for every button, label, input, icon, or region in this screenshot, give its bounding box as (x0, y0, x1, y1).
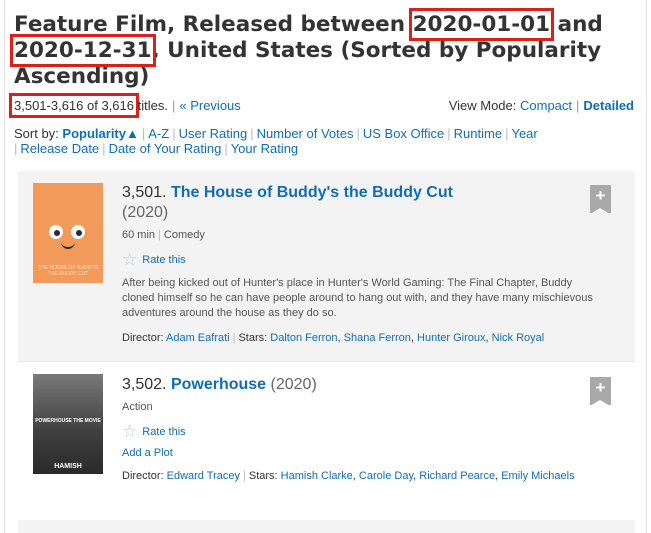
sort-number-of-votes[interactable]: Number of Votes (257, 126, 354, 141)
star-link[interactable]: Carole Day (359, 470, 413, 482)
rate-this-link[interactable]: Rate this (142, 254, 185, 266)
date-from: 2020-01-01 (408, 8, 555, 41)
sort-popularity[interactable]: Popularity▲ (62, 126, 138, 141)
movie-index: 3,502. (122, 376, 167, 393)
movie-index: 3,501. (122, 184, 167, 201)
separator: | (576, 98, 580, 113)
star-icon[interactable]: ☆ (122, 250, 137, 270)
star-link[interactable]: Emily Michaels (501, 470, 574, 482)
results-count: 3,501-3,616 of 3,616 (9, 93, 139, 118)
poster-caption: THE HOUSE OF BUDDYS THE BUDDY CUT (38, 265, 98, 277)
title-and: and (550, 12, 603, 37)
director-label: Director: (122, 470, 164, 482)
page-title: Feature Film, Released between 2020-01-0… (10, 8, 634, 90)
title-prefix: Feature Film, Released between (14, 12, 413, 37)
previous-page-link[interactable]: « Previous (179, 98, 240, 113)
add-to-watchlist-button[interactable]: + (590, 377, 611, 406)
movie-year: (2020) (122, 204, 169, 221)
movie-credits: Director: Edward Tracey | Stars: Hamish Cl… (122, 470, 575, 482)
rate-this-link[interactable]: Rate this (142, 426, 185, 438)
movie-genre: Comedy (163, 229, 205, 241)
add-to-watchlist-button[interactable]: + (590, 185, 611, 214)
movie-meta: Action (122, 401, 602, 413)
sort-arrow-up-icon: ▲ (126, 126, 139, 141)
movie-credits: Director: Adam Eafrati | Stars: Dalton Fer… (122, 332, 545, 344)
sort-us-box-office[interactable]: US Box Office (363, 126, 444, 141)
movie-year: (2020) (270, 376, 317, 393)
movie-poster[interactable]: THE HOUSE OF BUDDYS THE BUDDY CUT (33, 183, 103, 283)
view-compact-link[interactable]: Compact (520, 98, 572, 113)
sort-year[interactable]: Year (511, 126, 537, 141)
stars-label: Stars: (238, 332, 268, 344)
star-link[interactable]: Dalton Ferron (270, 332, 337, 344)
sort-user-rating[interactable]: User Rating (179, 126, 248, 141)
date-to: 2020-12-31 (10, 34, 156, 67)
stars-label: Stars: (248, 470, 278, 482)
view-detailed-link[interactable]: Detailed (583, 98, 634, 113)
sort-bar: Sort by: Popularity▲ | A-Z | User Rating | Num… (14, 126, 538, 156)
star-link[interactable]: Richard Pearce (419, 470, 495, 482)
director-link[interactable]: Adam Eafrati (166, 332, 230, 344)
sort-popularity-label: Popularity (62, 126, 126, 141)
star-icon[interactable]: ☆ (122, 422, 137, 442)
star-link[interactable]: Shana Ferron (344, 332, 411, 344)
movie-title-link[interactable]: Powerhouse (171, 376, 266, 393)
star-link[interactable]: Hunter Giroux (417, 332, 485, 344)
sort-date-of-your-rating[interactable]: Date of Your Rating (109, 141, 222, 156)
movie-title-link[interactable]: The House of Buddy's the Buddy Cut (171, 184, 453, 201)
poster-name: HAMISH (54, 463, 82, 470)
movie-runtime: 60 min (122, 229, 156, 241)
sort-a-z[interactable]: A-Z (148, 126, 169, 141)
poster-eye (49, 225, 63, 239)
rate-widget[interactable]: ☆ Rate this (122, 250, 602, 270)
list-item-next (18, 520, 635, 533)
item-content: 3,501. The House of Buddy's the Buddy Cu… (122, 183, 602, 346)
results-bar: 3,501-3,616 of 3,616 titles. | « Previous … (9, 93, 634, 118)
view-mode: View Mode: Compact | Detailed (449, 98, 634, 113)
results-titles-label: titles. (137, 98, 168, 113)
list-item: POWERHOUSE THE MOVIE HAMISH 3,502. Power… (18, 362, 635, 532)
sort-release-date[interactable]: Release Date (20, 141, 99, 156)
movie-heading: 3,501. The House of Buddy's the Buddy Cu… (122, 183, 602, 223)
movie-plot: After being kicked out of Hunter's place… (122, 277, 593, 319)
sort-label: Sort by: (14, 126, 59, 141)
star-link[interactable]: Nick Royal (492, 332, 545, 344)
director-link[interactable]: Edward Tracey (167, 470, 240, 482)
list-item: THE HOUSE OF BUDDYS THE BUDDY CUT 3,501.… (18, 171, 635, 361)
add-plot-link[interactable]: Add a Plot (122, 447, 173, 459)
rate-widget[interactable]: ☆ Rate this (122, 422, 602, 442)
director-label: Director: (122, 332, 164, 344)
movie-meta: 60 min | Comedy (122, 229, 205, 241)
star-link[interactable]: Hamish Clarke (281, 470, 353, 482)
item-content: 3,502. Powerhouse (2020) Action ☆ Rate th… (122, 375, 602, 484)
sort-runtime[interactable]: Runtime (454, 126, 502, 141)
poster-smile (61, 241, 75, 249)
movie-heading: 3,502. Powerhouse (2020) (122, 375, 602, 395)
movie-genre: Action (122, 401, 153, 413)
view-mode-label: View Mode: (448, 98, 517, 113)
add-plot: Add a Plot (122, 446, 602, 461)
poster-eye (71, 225, 85, 239)
poster-caption: POWERHOUSE THE MOVIE (35, 418, 101, 424)
sort-your-rating[interactable]: Your Rating (231, 141, 298, 156)
separator: | (171, 98, 176, 113)
movie-poster[interactable]: POWERHOUSE THE MOVIE HAMISH (33, 374, 103, 474)
